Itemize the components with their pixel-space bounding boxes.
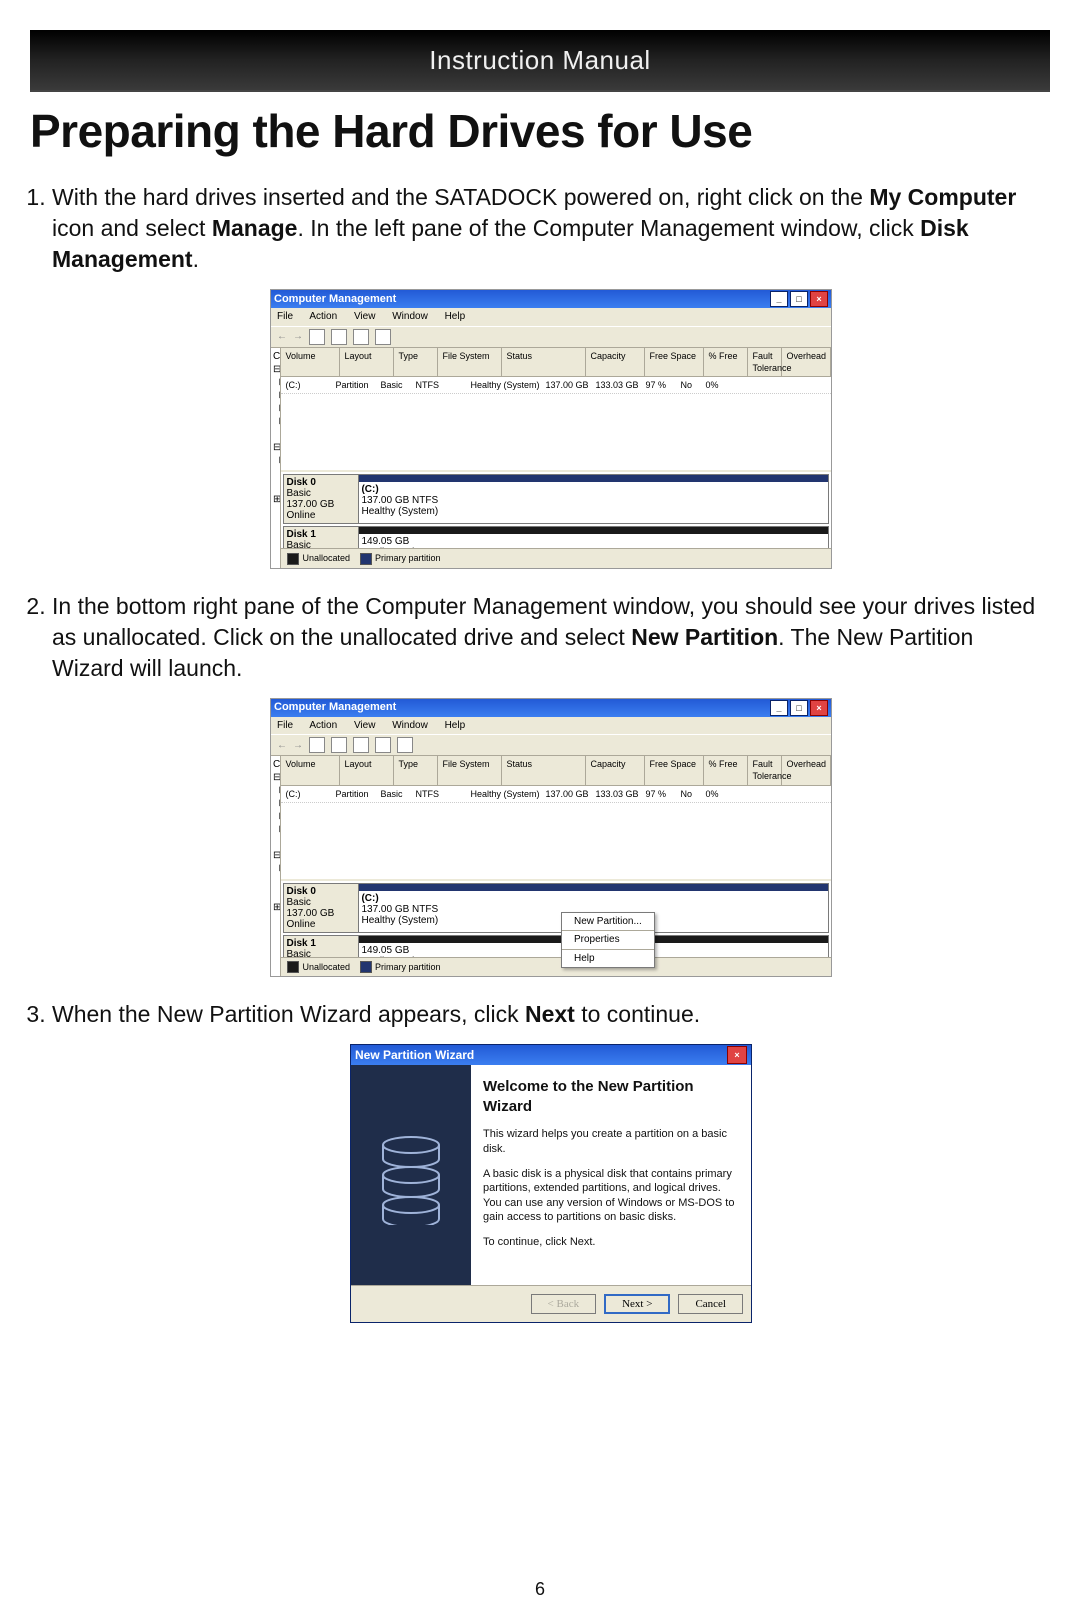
- menu-view[interactable]: View: [354, 311, 376, 322]
- disk-0-row[interactable]: Disk 0 Basic 137.00 GB Online (C:): [283, 474, 829, 524]
- menu-bar[interactable]: File Action View Window Help: [271, 717, 831, 735]
- toolbar-icon[interactable]: [331, 737, 347, 753]
- window-titlebar[interactable]: Computer Management _ □ ×: [271, 699, 831, 717]
- step-2: In the bottom right pane of the Computer…: [52, 591, 1050, 978]
- menu-bar[interactable]: File Action View Window Help: [271, 308, 831, 326]
- nav-tree[interactable]: Computer Management (Local) ⊟ System Too…: [271, 756, 281, 976]
- cancel-button[interactable]: Cancel: [678, 1294, 743, 1314]
- minimize-button[interactable]: _: [770, 291, 788, 307]
- wizard-text: A basic disk is a physical disk that con…: [483, 1167, 739, 1224]
- window-titlebar[interactable]: Computer Management _ □ ×: [271, 290, 831, 308]
- maximize-button[interactable]: □: [790, 700, 808, 716]
- page-number: 6: [0, 1579, 1080, 1600]
- wizard-title: New Partition Wizard: [355, 1047, 474, 1063]
- page-title: Preparing the Hard Drives for Use: [30, 104, 1050, 158]
- tree-root[interactable]: Computer Management (Local): [273, 350, 278, 363]
- toolbar-icon[interactable]: [309, 329, 325, 345]
- window-title: Computer Management: [274, 292, 396, 307]
- volume-grid-header: Volume Layout Type File System Status Ca…: [281, 756, 831, 785]
- steps-list: With the hard drives inserted and the SA…: [52, 182, 1050, 1323]
- next-button[interactable]: Next >: [604, 1294, 670, 1314]
- ctx-properties[interactable]: Properties: [562, 931, 654, 949]
- legend: Unallocated Primary partition: [281, 548, 831, 568]
- figure-computer-management-1: Computer Management _ □ × File Action Vi…: [270, 289, 832, 569]
- figure-computer-management-2: Computer Management _ □ × File Action Vi…: [270, 698, 832, 978]
- window-title: Computer Management: [274, 700, 396, 715]
- menu-action[interactable]: Action: [309, 311, 337, 322]
- menu-file[interactable]: File: [277, 311, 293, 322]
- toolbar-icon[interactable]: [331, 329, 347, 345]
- ctx-new-partition[interactable]: New Partition...: [562, 913, 654, 931]
- toolbar-icon[interactable]: [397, 737, 413, 753]
- wizard-titlebar[interactable]: New Partition Wizard ×: [351, 1045, 751, 1065]
- toolbar-icon[interactable]: [375, 329, 391, 345]
- close-button[interactable]: ×: [727, 1046, 747, 1064]
- disk-area: Disk 0 Basic 137.00 GB Online (C:): [281, 470, 831, 548]
- toolbar-icon[interactable]: [353, 329, 369, 345]
- wizard-button-bar: < Back Next > Cancel: [351, 1285, 751, 1322]
- toolbar: ←→: [271, 326, 831, 348]
- disk-0-row[interactable]: Disk 0 Basic 137.00 GB Online (C:): [283, 883, 829, 933]
- wizard-text: This wizard helps you create a partition…: [483, 1127, 739, 1156]
- step-1: With the hard drives inserted and the SA…: [52, 182, 1050, 569]
- disk-1-row[interactable]: Disk 1 Basic 149.05 GB Online 149.05 GB: [283, 526, 829, 548]
- menu-window[interactable]: Window: [392, 311, 428, 322]
- volume-grid-header: Volume Layout Type File System Status Ca…: [281, 348, 831, 377]
- figure-new-partition-wizard: New Partition Wizard ×: [350, 1044, 752, 1323]
- back-button: < Back: [531, 1294, 597, 1314]
- maximize-button[interactable]: □: [790, 291, 808, 307]
- close-button[interactable]: ×: [810, 291, 828, 307]
- context-menu[interactable]: New Partition... Properties Help: [561, 912, 655, 969]
- header-band: Instruction Manual: [30, 30, 1050, 92]
- volume-row[interactable]: (C:) Partition Basic NTFS Healthy (Syste…: [281, 786, 831, 803]
- ctx-help[interactable]: Help: [562, 950, 654, 968]
- close-button[interactable]: ×: [810, 700, 828, 716]
- disk-area: Disk 0 Basic 137.00 GB Online (C:): [281, 879, 831, 957]
- wizard-heading: Welcome to the New Partition Wizard: [483, 1077, 739, 1116]
- toolbar: ←→: [271, 734, 831, 756]
- toolbar-icon[interactable]: [375, 737, 391, 753]
- volume-row[interactable]: (C:) Partition Basic NTFS Healthy (Syste…: [281, 377, 831, 394]
- wizard-text: To continue, click Next.: [483, 1235, 739, 1249]
- header-title: Instruction Manual: [429, 45, 650, 76]
- toolbar-icon[interactable]: [353, 737, 369, 753]
- disk-stack-icon: [376, 1125, 446, 1225]
- nav-tree[interactable]: Computer Management (Local) ⊟ 🛠 System T…: [271, 348, 281, 568]
- minimize-button[interactable]: _: [770, 700, 788, 716]
- toolbar-icon[interactable]: [309, 737, 325, 753]
- legend: Unallocated Primary partition: [281, 957, 831, 977]
- menu-help[interactable]: Help: [445, 311, 466, 322]
- step-3: When the New Partition Wizard appears, c…: [52, 999, 1050, 1323]
- disk-1-row[interactable]: Disk 1 Basic 149.05 GB Online 149.05 GB: [283, 935, 829, 957]
- wizard-sidebar: [351, 1065, 471, 1285]
